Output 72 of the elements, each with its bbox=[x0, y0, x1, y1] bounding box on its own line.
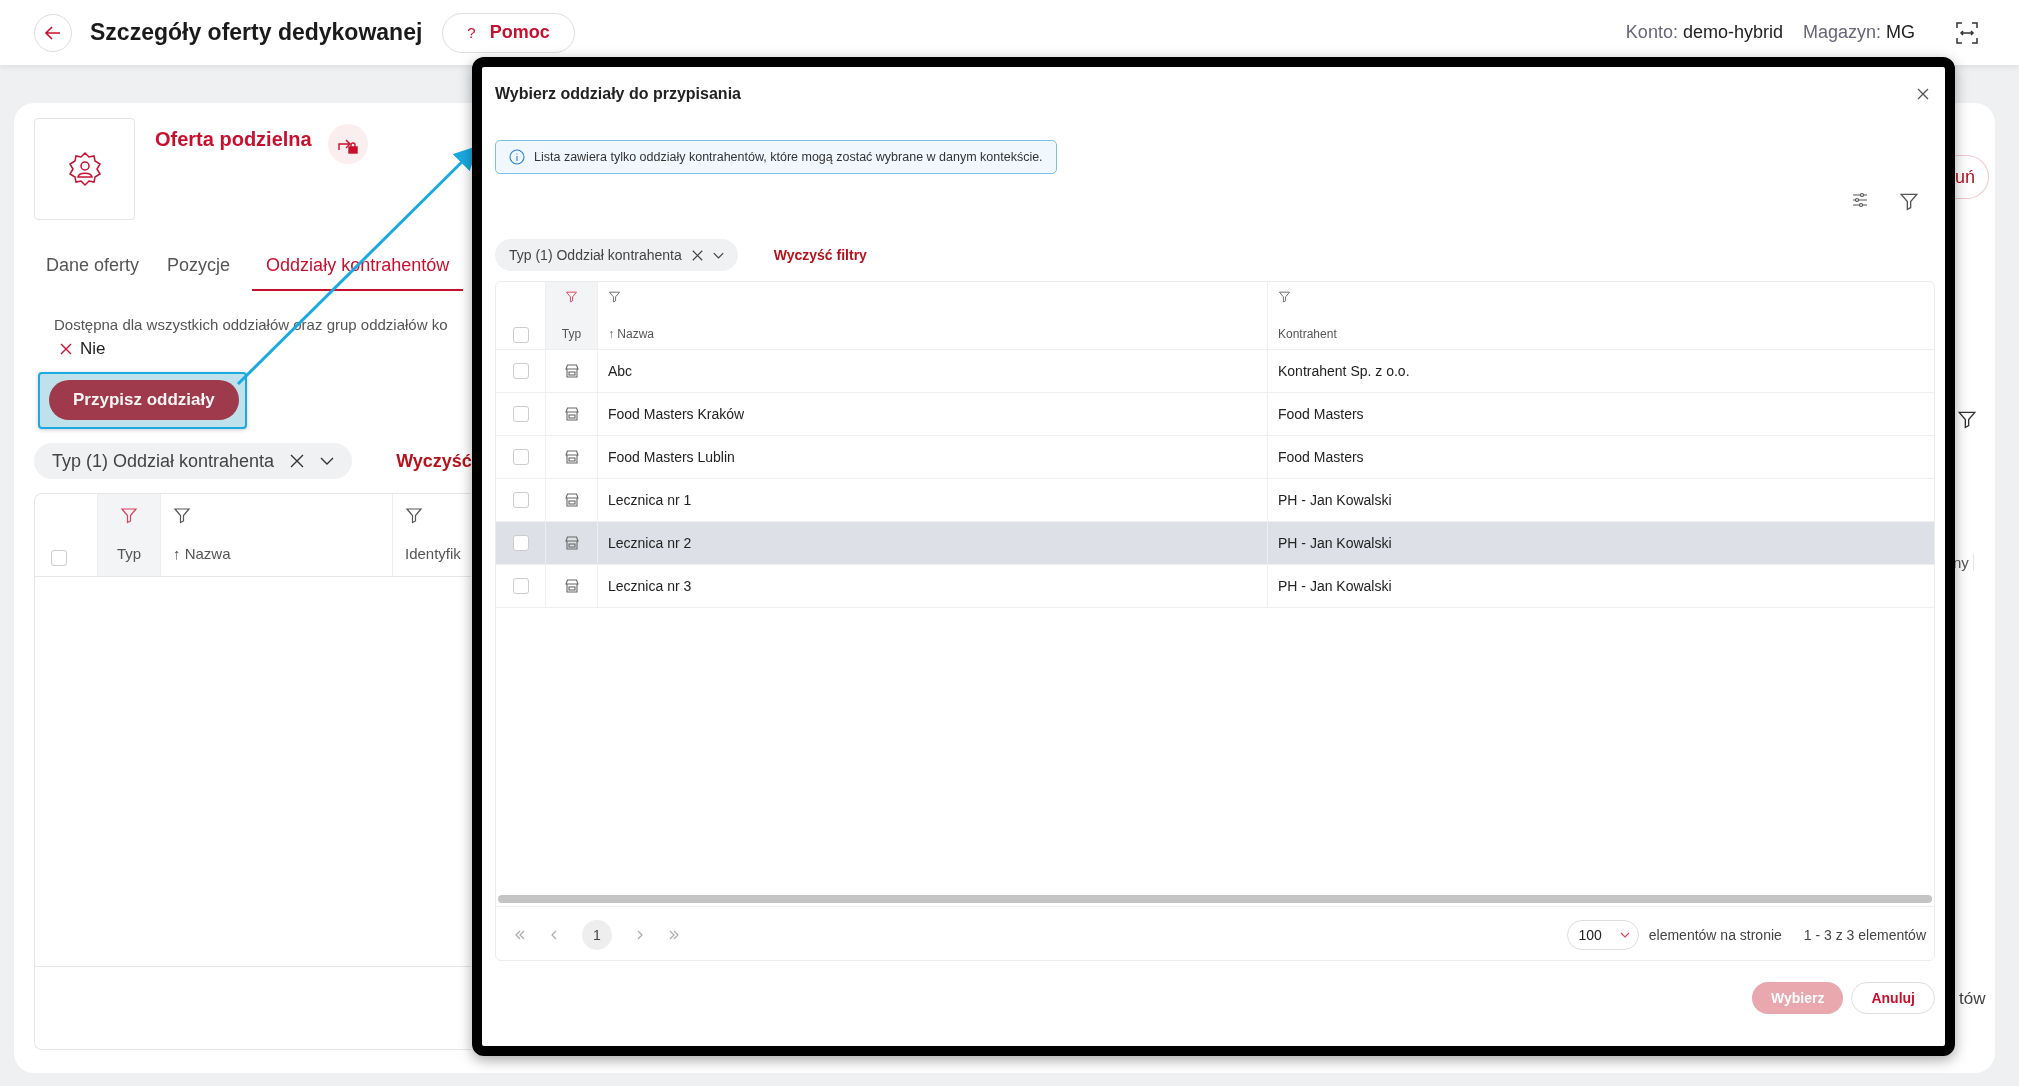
table-cell: Lecznica nr 2 bbox=[608, 535, 692, 551]
column-header[interactable]: ↑ Nazwa bbox=[173, 545, 392, 562]
store-icon bbox=[564, 364, 579, 378]
badge-person-icon bbox=[66, 151, 103, 187]
offer-title: Oferta podzielna bbox=[155, 128, 312, 151]
select-all-checkbox[interactable] bbox=[512, 327, 529, 343]
store-icon bbox=[564, 493, 579, 507]
table-cell: Lecznica nr 3 bbox=[608, 578, 692, 594]
remove-button[interactable]: uń bbox=[1955, 155, 1989, 199]
store-icon bbox=[564, 407, 579, 421]
pagination-summary: 1 - 3 z 3 elementów bbox=[1803, 926, 1926, 943]
table-cell: Lecznica nr 1 bbox=[608, 492, 692, 508]
column-header[interactable]: Kontrahent bbox=[1278, 327, 1337, 341]
table-cell: Food Masters bbox=[1278, 406, 1364, 422]
filter-icon[interactable] bbox=[1957, 409, 1977, 429]
cross-icon bbox=[60, 343, 72, 355]
fullscreen-icon[interactable] bbox=[1955, 20, 1979, 45]
horizontal-scrollbar[interactable] bbox=[498, 895, 1932, 903]
store-icon bbox=[564, 536, 579, 550]
last-page-icon[interactable] bbox=[668, 928, 680, 941]
row-checkbox[interactable] bbox=[512, 449, 529, 465]
table-cell: Food Masters bbox=[1278, 449, 1364, 465]
info-text: Lista zawiera tylko oddziały kontrahentów, które mogą zostać wybrane w danym kontekście. bbox=[534, 150, 1043, 164]
back-button[interactable] bbox=[34, 13, 72, 52]
row-checkbox[interactable] bbox=[512, 578, 529, 594]
warehouse-label: Magazyn: MG bbox=[1802, 22, 1915, 43]
table-cell: PH - Jan Kowalski bbox=[1278, 492, 1392, 508]
filter-chip-label: Typ (1) Oddział kontrahenta bbox=[509, 247, 682, 263]
help-button[interactable]: ? Pomoc bbox=[442, 12, 575, 53]
page-button[interactable]: 1 bbox=[582, 919, 612, 950]
filter-icon[interactable] bbox=[405, 506, 423, 524]
column-settings-icon[interactable] bbox=[1851, 191, 1869, 209]
row-checkbox[interactable] bbox=[512, 406, 529, 422]
table-cell: Food Masters Kraków bbox=[608, 406, 745, 422]
info-icon bbox=[509, 149, 525, 165]
store-icon bbox=[564, 579, 579, 593]
first-page-icon[interactable] bbox=[514, 928, 526, 941]
filter-chip[interactable]: Typ (1) Oddział kontrahenta bbox=[495, 239, 738, 271]
clear-filters-link[interactable]: Wyczyść bbox=[396, 450, 472, 472]
page-size-label: elementów na stronie bbox=[1648, 926, 1782, 943]
tab[interactable]: Dane oferty bbox=[32, 245, 154, 291]
column-header[interactable]: Typ bbox=[561, 327, 582, 341]
row-checkbox[interactable] bbox=[512, 363, 529, 379]
account-label: Konto: demo-hybrid bbox=[1625, 22, 1783, 43]
filter-icon[interactable] bbox=[1899, 191, 1919, 211]
filter-chip[interactable]: Typ (1) Oddział kontrahenta bbox=[34, 443, 353, 479]
tab[interactable]: Pozycje bbox=[153, 245, 245, 291]
table-cell: PH - Jan Kowalski bbox=[1278, 535, 1392, 551]
share-lock-button[interactable] bbox=[327, 124, 368, 164]
row-checkbox[interactable] bbox=[512, 535, 529, 551]
availability-value: Nie bbox=[80, 339, 106, 359]
table-cell: Kontrahent Sp. z o.o. bbox=[1278, 363, 1410, 379]
table-cell: Abc bbox=[608, 363, 633, 379]
assign-button[interactable]: Przypisz oddziały bbox=[49, 380, 239, 420]
table-cell: PH - Jan Kowalski bbox=[1278, 578, 1392, 594]
page-title: Szczegóły oferty dedykowanej bbox=[90, 19, 423, 46]
clear-filters-link[interactable]: Wyczyść filtry bbox=[773, 247, 867, 263]
cancel-button[interactable]: Anuluj bbox=[1851, 982, 1935, 1014]
row-checkbox[interactable] bbox=[512, 492, 529, 508]
pagination-summary: tów bbox=[1959, 989, 1986, 1009]
close-icon[interactable] bbox=[691, 249, 703, 261]
table-cell: Food Masters Lublin bbox=[608, 449, 735, 465]
store-icon bbox=[564, 450, 579, 464]
close-icon[interactable] bbox=[1917, 88, 1929, 100]
filter-icon[interactable] bbox=[173, 506, 191, 524]
close-icon[interactable] bbox=[290, 454, 305, 468]
column-header[interactable]: Typ bbox=[116, 545, 142, 562]
select-all-checkbox[interactable] bbox=[51, 550, 67, 566]
column-header[interactable]: Identyfik bbox=[405, 545, 471, 562]
column-header[interactable]: ↑ Nazwa bbox=[608, 327, 654, 341]
filter-chip-label: Typ (1) Oddział kontrahenta bbox=[52, 450, 275, 472]
dialog-title: Wybierz oddziały do przypisania bbox=[495, 85, 741, 103]
